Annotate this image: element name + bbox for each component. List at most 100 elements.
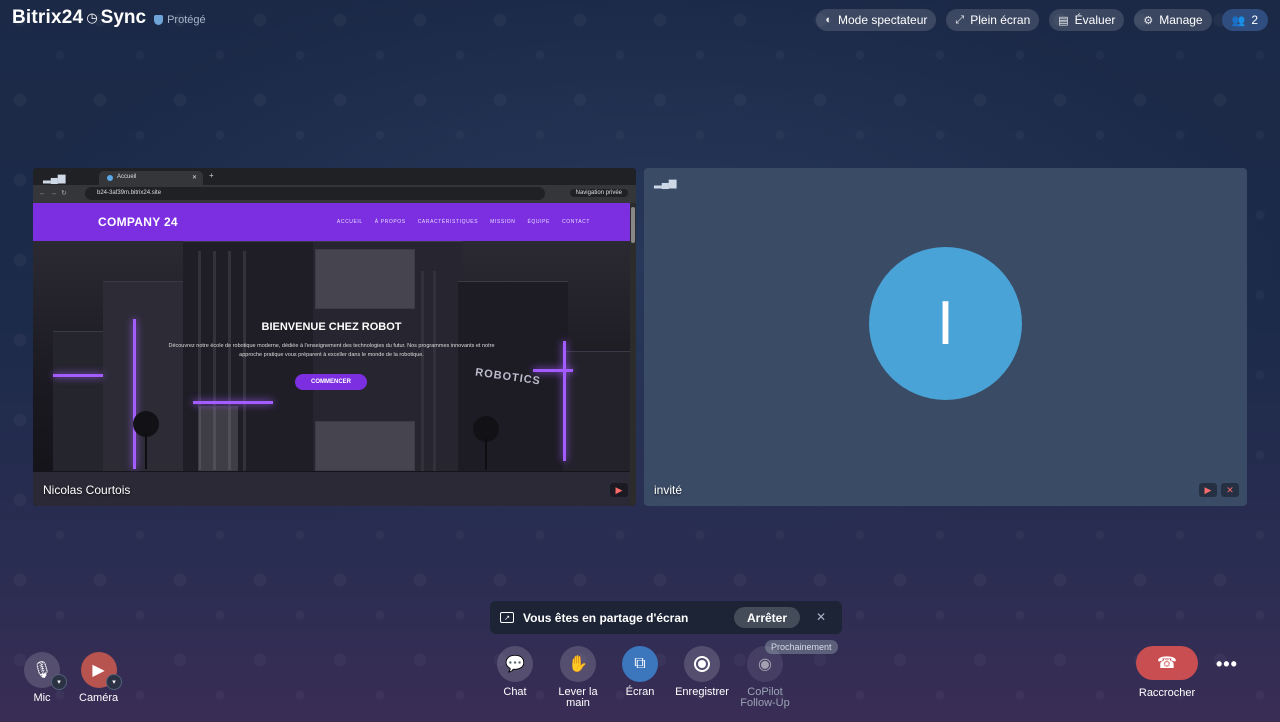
site-menu-item: MISSION <box>490 219 516 225</box>
facade-stripe <box>433 271 436 471</box>
avatar: I <box>869 247 1022 400</box>
manage-label: Manage <box>1159 13 1203 27</box>
rate-button[interactable]: ▤ Évaluer <box>1049 9 1125 31</box>
site-hero-text: Découvrez notre école de robotique moder… <box>168 343 495 358</box>
manage-button[interactable]: ⚙ Manage <box>1134 9 1212 31</box>
camera-off-icon: ▶ <box>610 483 628 497</box>
browser-scrollbar <box>630 203 636 506</box>
stop-sharing-button[interactable]: Arrêter <box>734 607 801 628</box>
site-menu-item: ACCUEIL <box>336 219 363 225</box>
site-menu-item: ÉQUIPE <box>527 219 550 225</box>
rate-label: Évaluer <box>1074 13 1116 27</box>
tab-close-icon: ✕ <box>191 175 197 181</box>
site-start-button: COMMENCER <box>295 374 367 390</box>
camera-off-icon: ▶ <box>1199 483 1217 497</box>
site-menu-item: CARACTÉRISTIQUES <box>417 219 479 225</box>
screen-share-icon: ⧉ <box>622 646 658 682</box>
participant-name-right: invité <box>654 483 683 497</box>
browser-address-bar: b24-3af39m.bitrix24.site <box>85 187 545 200</box>
raise-hand-button[interactable]: ✋ Lever la main <box>551 646 605 709</box>
avatar-letter: I <box>936 289 955 358</box>
fullscreen-label: Plein écran <box>970 13 1031 27</box>
fullscreen-button[interactable]: ⤢ Plein écran <box>946 9 1040 31</box>
browser-toolbar: ←→↻ b24-3af39m.bitrix24.site Navigation … <box>33 185 636 203</box>
screen-share-tile[interactable]: ▂▄▆ Accueil ✕ + ←→↻ b24-3af39m.bitrix24.… <box>33 168 636 506</box>
tab-favicon-icon <box>107 175 113 181</box>
facade-stripe <box>421 271 424 471</box>
neon-light <box>133 319 136 469</box>
record-label: Enregistrer <box>675 686 729 698</box>
neon-light <box>193 401 273 404</box>
participants-button[interactable]: 👥 2 <box>1221 9 1268 31</box>
browser-url: b24-3af39m.bitrix24.site <box>97 190 162 196</box>
site-navbar: COMPANY 24 ACCUEIL À PROPOS CARACTÉRISTI… <box>33 203 630 241</box>
brand-name: Bitrix24 <box>12 7 84 28</box>
site-hero-image: ROBOTICS BIENVENUE CHEZ ROBOT Découvrez … <box>33 241 630 506</box>
browser-tab-title: Accueil <box>117 174 137 180</box>
spectator-mode-button[interactable]: ◐ Mode spectateur <box>816 9 937 31</box>
phone-hangup-icon: ☎ <box>1157 655 1177 672</box>
screen-share-text: Vous êtes en partage d'écran <box>523 610 689 625</box>
building-window <box>198 406 238 471</box>
building-window <box>315 249 415 309</box>
protected-label: Protégé <box>167 13 206 26</box>
copilot-icon: ◉ <box>747 646 783 682</box>
brand-logo: Bitrix24 ◷ Sync Protégé <box>12 7 206 29</box>
comment-icon: ▤ <box>1058 14 1069 27</box>
signal-icon: ▂▄▆ <box>43 173 66 184</box>
record-button[interactable]: Enregistrer <box>674 646 730 698</box>
hand-icon: ✋ <box>560 646 596 682</box>
new-tab-icon: + <box>209 171 214 180</box>
screen-share-button[interactable]: ⧉ Écran <box>620 646 660 698</box>
spectator-icon: ◐ <box>825 14 833 26</box>
screen-share-banner: ↗ Vous êtes en partage d'écran Arrêter ✕ <box>490 601 842 634</box>
neon-light <box>53 374 103 377</box>
participant-tile-guest[interactable]: ▂▄▆ I invité ▶ ✕ <box>644 168 1247 506</box>
shared-website: COMPANY 24 ACCUEIL À PROPOS CARACTÉRISTI… <box>33 203 630 506</box>
header-bar: Bitrix24 ◷ Sync Protégé ◐ Mode spectateu… <box>0 0 1280 40</box>
site-menu-item: À PROPOS <box>374 219 406 225</box>
browser-nav-icons: ←→↻ <box>39 190 71 197</box>
signal-icon: ▂▄▆ <box>654 178 677 189</box>
close-banner-icon[interactable]: ✕ <box>816 610 826 624</box>
mic-off-icon: ✕ <box>1221 483 1239 497</box>
tree-trunk <box>485 438 487 470</box>
clock-icon: ◷ <box>86 10 98 25</box>
hangup-label: Raccrocher <box>1138 687 1196 699</box>
hangup-button[interactable]: ☎ <box>1136 646 1198 680</box>
chat-icon: 💬 <box>497 646 533 682</box>
site-logo: COMPANY 24 <box>98 215 178 229</box>
copilot-label-line2: Follow-Up <box>740 697 790 709</box>
expand-icon: ⤢ <box>955 13 965 26</box>
chat-button[interactable]: 💬 Chat <box>495 646 535 698</box>
screen-share-icon: ↗ <box>500 612 514 623</box>
shared-browser-window: ▂▄▆ Accueil ✕ + ←→↻ b24-3af39m.bitrix24.… <box>33 168 636 506</box>
camera-label: Caméra <box>79 692 119 704</box>
mic-options-chevron-icon[interactable]: ▾ <box>51 674 67 690</box>
users-icon: 👥 <box>1231 14 1246 27</box>
participant-name-left: Nicolas Courtois <box>43 483 131 497</box>
site-menu: ACCUEIL À PROPOS CARACTÉRISTIQUES MISSIO… <box>337 219 590 225</box>
shield-icon <box>154 14 164 25</box>
building-shape <box>563 351 630 471</box>
spectator-mode-label: Mode spectateur <box>838 13 928 27</box>
more-options-icon[interactable]: ••• <box>1216 654 1238 675</box>
browser-tab-strip: ▂▄▆ Accueil ✕ + <box>33 168 636 185</box>
brand-suffix: Sync <box>100 7 147 28</box>
protected-badge: Protégé <box>154 14 206 26</box>
building-shape <box>103 281 193 471</box>
participants-count: 2 <box>1251 13 1258 27</box>
building-window <box>315 421 415 471</box>
neon-light <box>563 341 566 461</box>
screen-label: Écran <box>625 686 655 698</box>
camera-options-chevron-icon[interactable]: ▾ <box>106 674 122 690</box>
scrollbar-thumb <box>631 207 635 243</box>
neon-light <box>533 369 573 372</box>
record-icon <box>684 646 720 682</box>
chat-label: Chat <box>503 686 527 698</box>
private-browsing-label: Navigation privée <box>569 189 628 197</box>
mic-label: Mic <box>33 692 51 704</box>
site-menu-item: CONTACT <box>562 219 590 225</box>
browser-tab: Accueil ✕ <box>99 171 203 185</box>
copilot-followup-button[interactable]: ◉ CoPilot Follow-Up <box>738 646 792 709</box>
